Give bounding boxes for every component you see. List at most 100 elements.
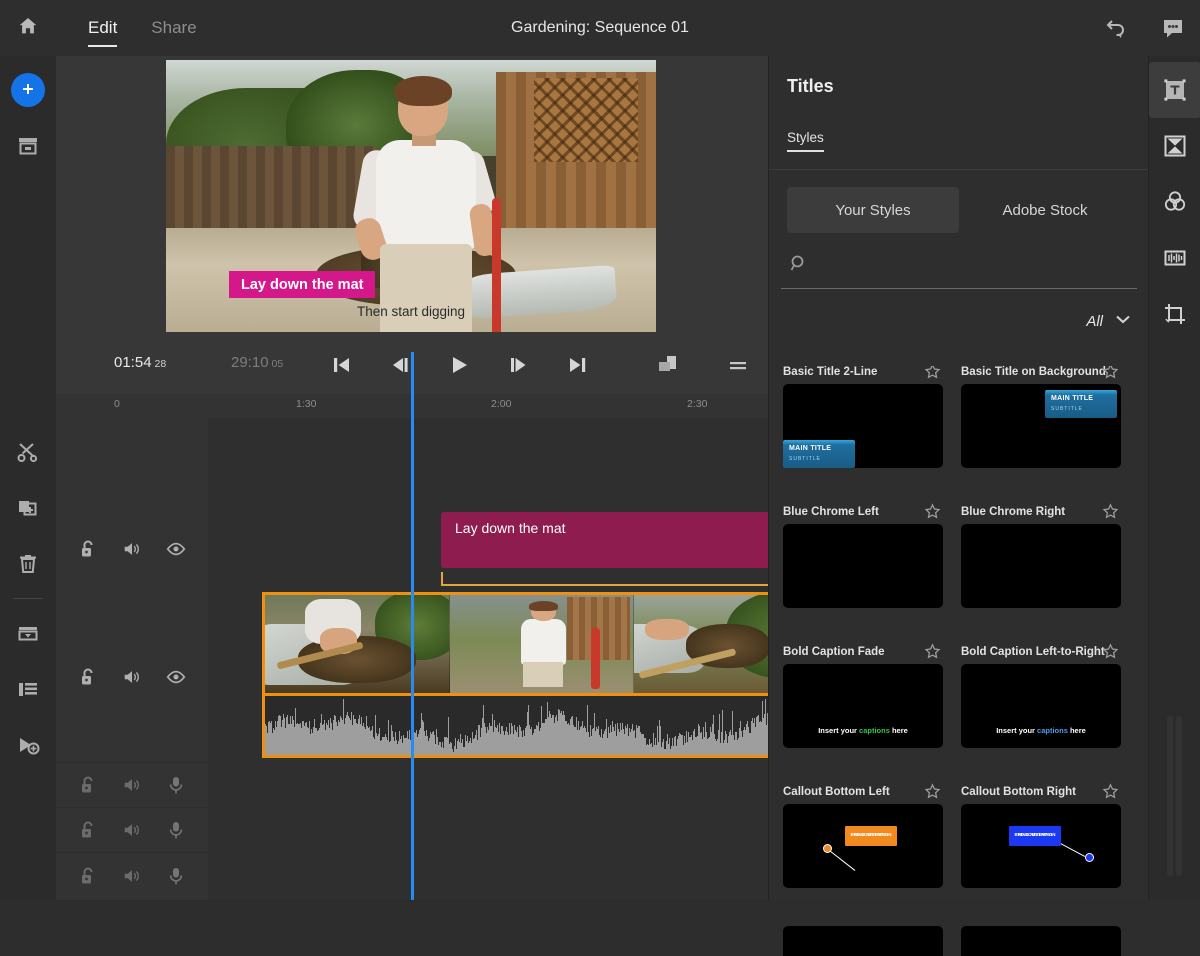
step-forward-button[interactable]: [503, 349, 535, 381]
program-monitor[interactable]: Lay down the mat Then start digging: [56, 56, 768, 336]
style-thumbnail[interactable]: BRING ATTENTIONTO SOMETHING: [961, 804, 1121, 888]
style-thumbnail[interactable]: MAIN TITLE SUBTITLE: [961, 384, 1121, 468]
video-clip-filmstrip: [265, 595, 819, 693]
cut-tool-button[interactable]: [0, 424, 56, 480]
vertical-scrollbar[interactable]: [1167, 716, 1183, 876]
skip-to-start-button[interactable]: [326, 349, 358, 381]
current-timecode[interactable]: 01:5428: [114, 354, 166, 371]
title-clip[interactable]: Lay down the mat: [441, 512, 824, 568]
style-source-segments: Your Styles Adobe Stock: [787, 187, 1131, 233]
tab-styles[interactable]: Styles: [787, 130, 824, 152]
panel-dropdown-icon: [15, 621, 41, 645]
rail-crop-transform-button[interactable]: [1149, 286, 1200, 342]
mute-toggle-video-main[interactable]: [122, 667, 142, 687]
mic-toggle-audio-2[interactable]: [166, 820, 186, 840]
rail-color-button[interactable]: [1149, 174, 1200, 230]
comments-button[interactable]: [1156, 11, 1190, 45]
mute-toggle-audio-2[interactable]: [122, 820, 142, 840]
track-head-video-main: [56, 592, 209, 762]
track-body-video-3[interactable]: [208, 418, 768, 462]
style-thumbnail[interactable]: BRING ATTENTIONTO SOMETHING: [783, 804, 943, 888]
style-thumbnail[interactable]: Insert your captions here: [961, 664, 1121, 748]
track-body-video-2[interactable]: [208, 462, 768, 506]
home-button[interactable]: [12, 12, 44, 44]
favorite-star-icon[interactable]: [1102, 783, 1119, 805]
mic-toggle-audio-1[interactable]: [166, 775, 186, 795]
lock-toggle-audio-1[interactable]: [78, 775, 98, 795]
preview-caption-subtitle: Then start digging: [166, 304, 656, 319]
style-thumbnail[interactable]: [783, 384, 943, 468]
style-search[interactable]: [781, 246, 1137, 289]
chrome-sub-text: SUBTITLE: [1051, 406, 1083, 412]
audio-waveform-clip[interactable]: [262, 696, 822, 758]
delete-button[interactable]: [0, 536, 56, 592]
track-body-audio-1[interactable]: [208, 762, 768, 807]
style-thumbnail[interactable]: [783, 926, 943, 956]
lock-icon: [79, 667, 97, 687]
duration-timecode-value: 29:10: [231, 354, 269, 371]
duplicate-button[interactable]: [0, 480, 56, 536]
favorite-star-icon[interactable]: [1102, 366, 1119, 385]
track-body-audio-3[interactable]: [208, 852, 768, 900]
layers-button[interactable]: [652, 349, 684, 381]
favorite-star-icon[interactable]: [924, 503, 941, 525]
favorite-star-icon[interactable]: [924, 366, 941, 385]
skip-to-end-button[interactable]: [562, 349, 594, 381]
timeline-menu-button[interactable]: [722, 349, 754, 381]
rail-audio-button[interactable]: [1149, 230, 1200, 286]
style-thumbnail[interactable]: [783, 524, 943, 608]
visibility-toggle-video-main[interactable]: [166, 667, 186, 687]
visibility-toggle-video-1[interactable]: [166, 539, 186, 559]
tab-edit[interactable]: Edit: [88, 0, 117, 56]
search-input[interactable]: [817, 250, 1131, 282]
style-filter-label: All: [1086, 313, 1103, 330]
media-library-icon: [15, 134, 41, 158]
lock-toggle-video-main[interactable]: [78, 667, 98, 687]
lock-toggle-video-1[interactable]: [78, 539, 98, 559]
style-thumbnail[interactable]: [961, 926, 1121, 956]
ruler-tick-1: 1:30: [296, 398, 316, 410]
favorite-star-icon[interactable]: [924, 643, 941, 665]
top-bar-actions: [1100, 0, 1190, 56]
rail-titles-button[interactable]: [1149, 62, 1200, 118]
callout-box: BRING ATTENTIONTO SOMETHING: [1009, 826, 1061, 846]
comment-bubble-icon: [1160, 17, 1186, 39]
list-view-button[interactable]: [0, 661, 56, 717]
color-icon: [1162, 189, 1188, 215]
track-head-audio-1: [56, 762, 209, 807]
style-thumbnail[interactable]: Insert your captions here: [783, 664, 943, 748]
mute-toggle-video-1[interactable]: [122, 539, 142, 559]
caption-highlight: captions: [1037, 726, 1068, 735]
mute-toggle-audio-1[interactable]: [122, 775, 142, 795]
undo-button[interactable]: [1100, 11, 1134, 45]
style-filter-dropdown[interactable]: All: [1086, 312, 1131, 330]
list-view-icon: [15, 677, 41, 701]
media-library-button[interactable]: [0, 118, 56, 174]
track-body-video-main[interactable]: [208, 592, 768, 762]
play-button[interactable]: [444, 349, 476, 381]
title-clip-label: Lay down the mat: [455, 520, 566, 536]
style-thumbnail[interactable]: [961, 524, 1121, 608]
tab-share[interactable]: Share: [151, 0, 196, 56]
playhead[interactable]: [411, 352, 414, 900]
lock-toggle-audio-3[interactable]: [78, 866, 98, 886]
add-media-button[interactable]: [0, 62, 56, 118]
video-clip[interactable]: [262, 592, 822, 696]
favorite-star-icon[interactable]: [1102, 503, 1119, 525]
callout-line-2: TO SOMETHING: [1009, 832, 1061, 838]
play-add-button[interactable]: [0, 717, 56, 773]
caption-highlight: captions: [859, 726, 890, 735]
rail-transitions-button[interactable]: [1149, 118, 1200, 174]
favorite-star-icon[interactable]: [924, 783, 941, 805]
panel-dropdown-button[interactable]: [0, 605, 56, 661]
track-body-audio-2[interactable]: [208, 807, 768, 852]
track-body-video-1[interactable]: Lay down the mat: [208, 506, 768, 592]
segment-adobe-stock[interactable]: Adobe Stock: [959, 187, 1131, 233]
layers-icon: [655, 353, 681, 377]
favorite-star-icon[interactable]: [1102, 643, 1119, 665]
mute-toggle-audio-3[interactable]: [122, 866, 142, 886]
segment-your-styles[interactable]: Your Styles: [787, 187, 959, 233]
lock-toggle-audio-2[interactable]: [78, 820, 98, 840]
trash-icon: [15, 552, 41, 576]
mic-toggle-audio-3[interactable]: [166, 866, 186, 886]
